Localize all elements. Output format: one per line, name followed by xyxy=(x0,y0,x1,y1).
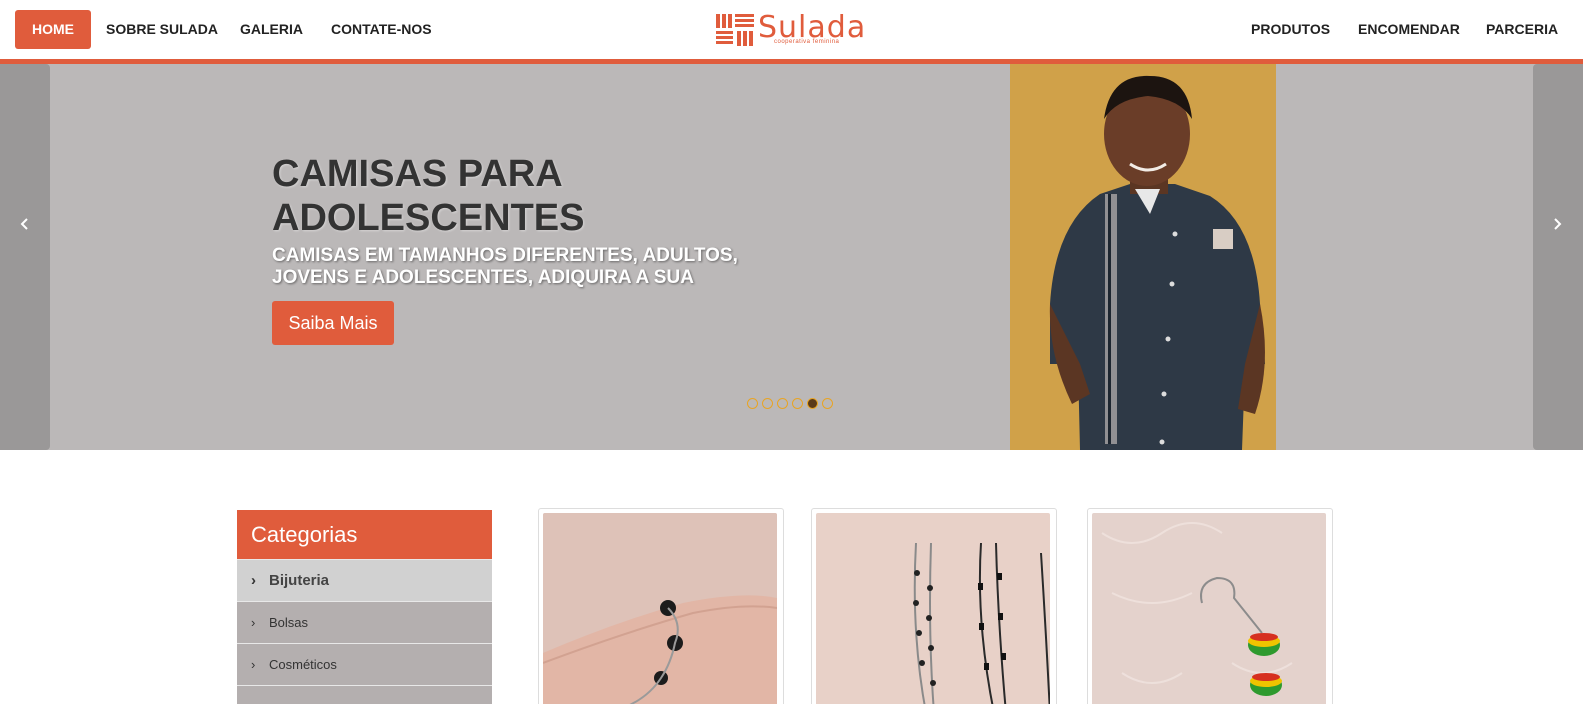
nav-produtos[interactable]: PRODUTOS xyxy=(1251,10,1330,49)
chevron-right-icon: › xyxy=(251,657,256,672)
slider-dot[interactable] xyxy=(777,398,788,409)
nav-contate-nos[interactable]: CONTATE-NOS xyxy=(331,10,432,49)
rasta-bead-earring-photo xyxy=(1092,513,1326,704)
chevron-right-icon[interactable] xyxy=(1547,214,1567,234)
category-cosmeticos[interactable]: › Cosméticos xyxy=(237,643,492,685)
categories-panel: Categorias › Bijuteria › Bolsas › Cosmético… xyxy=(237,510,492,704)
product-card[interactable] xyxy=(1087,508,1333,704)
site-header: HOME SOBRE SULADA GALERIA CONTATE-NOS Su… xyxy=(0,0,1583,60)
chevron-right-icon: › xyxy=(251,615,256,630)
category-label: Bolsas xyxy=(269,615,309,630)
slider-dot[interactable] xyxy=(762,398,773,409)
slider-prev-panel[interactable] xyxy=(0,64,50,450)
chevron-right-icon: › xyxy=(251,572,256,589)
slider-next-panel[interactable] xyxy=(1533,64,1583,450)
category-label: Bijuteria xyxy=(269,572,330,589)
brand-tagline: cooperativa feminina xyxy=(774,39,840,45)
nav-parceria[interactable]: PARCERIA xyxy=(1486,10,1558,49)
category-bijuteria[interactable]: › Bijuteria xyxy=(237,559,492,601)
category-label: Cosméticos xyxy=(269,657,337,672)
boy-in-dark-shirt-photo xyxy=(1010,64,1276,450)
woven-pattern-icon xyxy=(716,14,754,46)
product-card[interactable] xyxy=(811,508,1057,704)
category-item-partial[interactable] xyxy=(237,685,492,704)
slider-dot-active[interactable] xyxy=(807,398,818,409)
saiba-mais-button[interactable]: Saiba Mais xyxy=(272,301,394,345)
slider-dot[interactable] xyxy=(792,398,803,409)
slider-dot[interactable] xyxy=(747,398,758,409)
necklaces-photo xyxy=(816,513,1051,704)
bracelet-on-wrist-photo xyxy=(542,513,778,704)
hero-slider: CAMISAS PARA ADOLESCENTES CAMISAS EM TAM… xyxy=(0,64,1583,450)
slider-dot[interactable] xyxy=(822,398,833,409)
brand-logo[interactable]: Sulada cooperativa feminina xyxy=(716,10,876,48)
category-bolsas[interactable]: › Bolsas xyxy=(237,601,492,643)
nav-sobre-sulada[interactable]: SOBRE SULADA xyxy=(106,10,218,49)
nav-home[interactable]: HOME xyxy=(15,10,91,49)
slide-title: CAMISAS PARA ADOLESCENTES xyxy=(272,153,585,239)
nav-encomendar[interactable]: ENCOMENDAR xyxy=(1358,10,1460,49)
nav-galeria[interactable]: GALERIA xyxy=(240,10,303,49)
product-card[interactable] xyxy=(538,508,784,704)
categories-title: Categorias xyxy=(237,510,492,559)
chevron-left-icon[interactable] xyxy=(15,214,35,234)
slide-subtitle: CAMISAS EM TAMANHOS DIFERENTES, ADULTOS,… xyxy=(272,245,738,288)
